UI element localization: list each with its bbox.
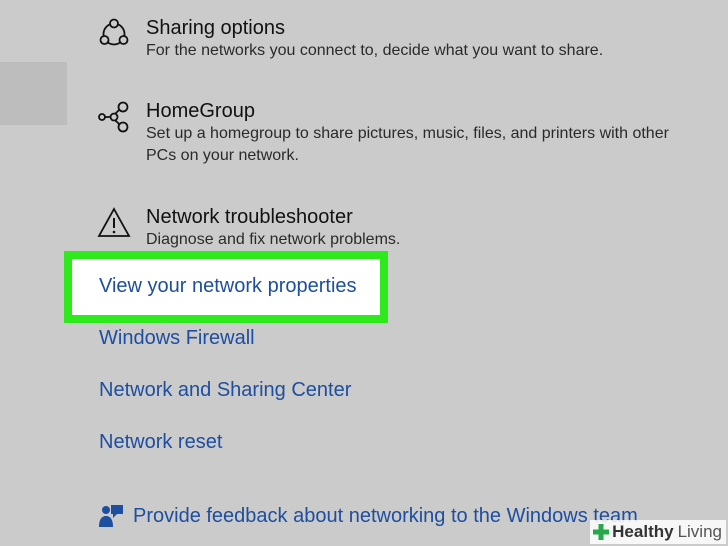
homegroup-icon xyxy=(98,101,129,133)
watermark-bold-text: Healthy xyxy=(612,522,674,541)
watermark: Healthy Living xyxy=(590,520,726,544)
watermark-light-text: Living xyxy=(677,522,722,541)
homegroup-title: HomeGroup xyxy=(146,100,255,122)
feedback-person-icon xyxy=(99,505,123,527)
feedback-link[interactable]: Provide feedback about networking to the… xyxy=(133,503,638,529)
network-sharing-center-link[interactable]: Network and Sharing Center xyxy=(99,378,351,402)
network-troubleshooter-description: Diagnose and fix network problems. xyxy=(146,231,401,248)
sidebar-selected-block[interactable] xyxy=(0,62,67,125)
homegroup-description: Set up a homegroup to share pictures, mu… xyxy=(146,125,669,164)
sharing-options-title: Sharing options xyxy=(146,17,285,39)
sharing-options-icon xyxy=(99,18,129,46)
sharing-options-description: For the networks you connect to, decide … xyxy=(146,42,604,59)
warning-triangle-icon xyxy=(97,207,131,237)
plus-logo-icon xyxy=(593,524,610,540)
windows-firewall-link[interactable]: Windows Firewall xyxy=(99,326,255,350)
view-network-properties-link[interactable]: View your network properties xyxy=(99,274,357,298)
network-reset-link[interactable]: Network reset xyxy=(99,430,222,454)
network-troubleshooter-title: Network troubleshooter xyxy=(146,206,353,228)
